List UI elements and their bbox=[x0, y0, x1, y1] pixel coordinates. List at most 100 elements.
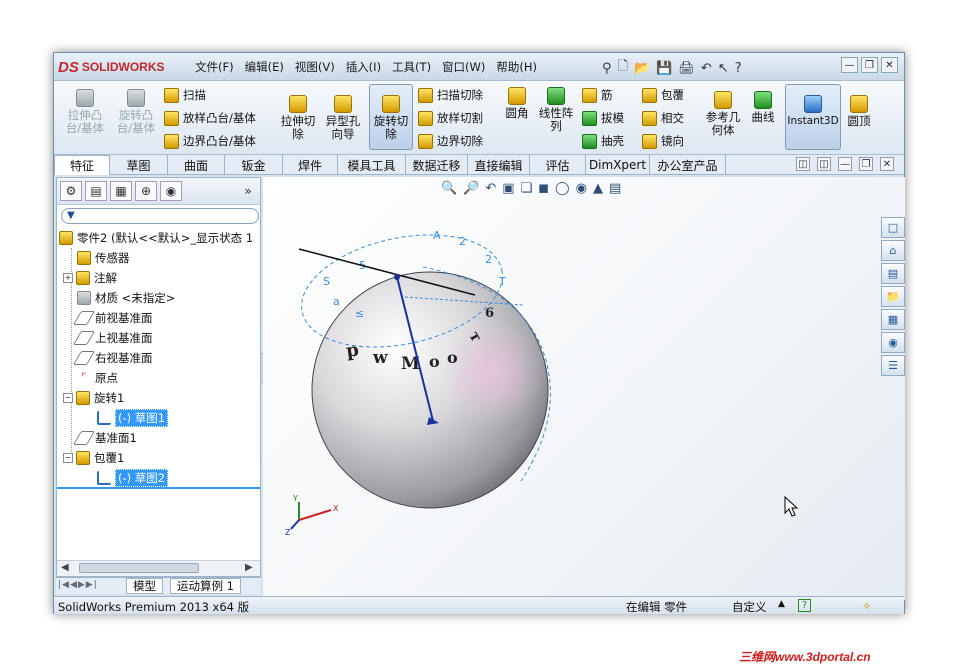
tab-model[interactable]: 模型 bbox=[126, 578, 163, 594]
doc-restore-icon[interactable]: ❐ bbox=[859, 157, 873, 171]
dimxpert-manager-tab-icon[interactable]: ⊕ bbox=[135, 181, 157, 201]
curves-button[interactable]: 曲线 bbox=[748, 91, 778, 124]
configuration-manager-tab-icon[interactable]: ▦ bbox=[110, 181, 132, 201]
solidworks-resources-icon[interactable]: □ bbox=[881, 217, 905, 238]
close-icon[interactable]: ✕ bbox=[881, 57, 898, 73]
tree-item-front-plane[interactable]: 前视基准面 bbox=[72, 308, 153, 328]
home-icon[interactable]: ⌂ bbox=[881, 240, 905, 261]
extrude-cut-button[interactable]: 拉伸切除 bbox=[278, 95, 318, 141]
menu-tools[interactable]: 工具(T) bbox=[391, 59, 432, 75]
tree-item-sketch1[interactable]: (-) 草图1 bbox=[97, 408, 169, 428]
tab-sheet-metal[interactable]: 钣金 bbox=[225, 155, 283, 175]
display-manager-tab-icon[interactable]: ◉ bbox=[160, 181, 182, 201]
select-icon[interactable]: ↖ bbox=[718, 61, 729, 76]
appearances-icon[interactable]: ◉ bbox=[881, 332, 905, 353]
tab-data-migration[interactable]: 数据迁移 bbox=[406, 155, 468, 175]
shell-button[interactable]: 抽壳 bbox=[582, 133, 624, 149]
tab-evaluate[interactable]: 评估 bbox=[530, 155, 586, 175]
collapse-wrap1-icon[interactable]: − bbox=[63, 453, 73, 463]
menu-help[interactable]: 帮助(H) bbox=[495, 59, 538, 75]
draft-button[interactable]: 拔模 bbox=[582, 110, 624, 126]
rib-button[interactable]: 筋 bbox=[582, 87, 613, 103]
menu-file[interactable]: 文件(F) bbox=[194, 59, 235, 75]
tab-mold-tools[interactable]: 模具工具 bbox=[338, 155, 406, 175]
horizontal-scrollbar[interactable]: ◀ ▶ bbox=[57, 560, 260, 576]
new-document-icon[interactable]: 🗋 bbox=[618, 57, 628, 79]
help-icon[interactable]: ? bbox=[735, 61, 742, 76]
tree-item-sensors[interactable]: 传感器 bbox=[77, 248, 130, 268]
status-up-arrow-icon[interactable]: ▲ bbox=[778, 599, 785, 609]
tab-dimxpert[interactable]: DimXpert bbox=[586, 155, 650, 175]
file-explorer-icon[interactable]: 📁 bbox=[881, 286, 905, 307]
collapse-revolve1-icon[interactable]: − bbox=[63, 393, 73, 403]
menu-view[interactable]: 视图(V) bbox=[294, 59, 336, 75]
tree-item-wrap1[interactable]: − 包覆1 bbox=[63, 448, 124, 468]
intersect-button[interactable]: 相交 bbox=[642, 110, 684, 126]
tab-office-products[interactable]: 办公室产品 bbox=[650, 155, 726, 175]
tab-nav-arrows-icon[interactable]: |◀◀▶▶| bbox=[58, 580, 98, 590]
revolve-cut-button[interactable]: 旋转切除 bbox=[370, 95, 412, 141]
minimize-icon[interactable]: — bbox=[841, 57, 858, 73]
tile-horizontal-icon[interactable]: ◫ bbox=[796, 157, 810, 171]
menu-window[interactable]: 窗口(W) bbox=[441, 59, 486, 75]
tab-features[interactable]: 特征 bbox=[54, 155, 110, 175]
feature-manager-tab-icon[interactable]: ⚙ bbox=[60, 181, 82, 201]
property-manager-tab-icon[interactable]: ▤ bbox=[85, 181, 107, 201]
save-icon[interactable]: 💾 bbox=[656, 61, 672, 76]
view-palette-icon[interactable]: ▦ bbox=[881, 309, 905, 330]
tree-item-annotations[interactable]: + 注解 bbox=[63, 268, 117, 288]
revolve-boss-button[interactable]: 旋转凸台/基体 bbox=[114, 89, 158, 135]
status-tag-icon[interactable]: ✧ bbox=[862, 599, 872, 613]
print-icon[interactable]: 🖨 bbox=[678, 61, 695, 76]
custom-properties-icon[interactable]: ☰ bbox=[881, 355, 905, 376]
doc-minimize-icon[interactable]: — bbox=[838, 157, 852, 171]
expand-annotations-icon[interactable]: + bbox=[63, 273, 73, 283]
sweep-button[interactable]: 扫描 bbox=[164, 87, 206, 103]
loft-cut-button[interactable]: 放样切割 bbox=[418, 110, 483, 126]
reference-geometry-button[interactable]: 参考几何体 bbox=[702, 91, 744, 137]
boundary-boss-button[interactable]: 边界凸台/基体 bbox=[164, 133, 256, 149]
menu-edit[interactable]: 编辑(E) bbox=[244, 59, 285, 75]
undo-icon[interactable]: ↶ bbox=[701, 61, 712, 76]
design-library-icon[interactable]: ▤ bbox=[881, 263, 905, 284]
doc-close-icon[interactable]: ✕ bbox=[880, 157, 894, 171]
graphics-area[interactable]: 🔍 🔎 ↶ ▣ ❏ ◼ ◯ ◉ ▲ ▤ p w M o o т 6 A 2 2 … bbox=[263, 177, 905, 600]
tab-direct-editing[interactable]: 直接编辑 bbox=[468, 155, 530, 175]
restore-icon[interactable]: ❐ bbox=[861, 57, 878, 73]
tab-motion-study[interactable]: 运动算例 1 bbox=[170, 578, 241, 594]
tab-surfaces[interactable]: 曲面 bbox=[168, 155, 225, 175]
mirror-button[interactable]: 镜向 bbox=[642, 133, 684, 149]
tree-item-right-plane[interactable]: 右视基准面 bbox=[72, 348, 153, 368]
boundary-cut-button[interactable]: 边界切除 bbox=[418, 133, 483, 149]
fillet-button[interactable]: 圆角 bbox=[502, 87, 532, 120]
scroll-thumb[interactable] bbox=[79, 563, 199, 573]
extrude-boss-button[interactable]: 拉伸凸台/基体 bbox=[64, 89, 106, 135]
tile-vertical-icon[interactable]: ◫ bbox=[817, 157, 831, 171]
instant3d-button[interactable]: Instant3D bbox=[787, 95, 839, 128]
tree-item-top-plane[interactable]: 上视基准面 bbox=[72, 328, 153, 348]
wrap-button[interactable]: 包覆 bbox=[642, 87, 684, 103]
solidworks-logo[interactable]: DS SOLIDWORKS bbox=[58, 56, 178, 78]
tree-item-origin[interactable]: ⌜ 原点 bbox=[77, 368, 118, 388]
menu-insert[interactable]: 插入(I) bbox=[345, 59, 382, 75]
loft-boss-button[interactable]: 放样凸台/基体 bbox=[164, 110, 256, 126]
tab-sketch[interactable]: 草图 bbox=[110, 155, 168, 175]
scroll-right-icon[interactable]: ▶ bbox=[245, 562, 253, 573]
hole-wizard-button[interactable]: 异型孔向导 bbox=[322, 95, 364, 141]
expand-panel-icon[interactable]: » bbox=[237, 181, 259, 201]
status-help-icon[interactable]: ? bbox=[798, 599, 811, 612]
tree-filter-input[interactable]: ▼ bbox=[61, 208, 259, 224]
linear-pattern-button[interactable]: 线性阵列 bbox=[536, 87, 576, 133]
dome-button[interactable]: 圆顶 bbox=[844, 95, 874, 128]
open-folder-icon[interactable]: 📂 bbox=[634, 61, 650, 76]
tree-item-material[interactable]: 材质 <未指定> bbox=[77, 288, 175, 308]
tree-item-sketch2[interactable]: (-) 草图2 bbox=[97, 468, 169, 488]
pin-icon[interactable]: ⚲ bbox=[602, 61, 612, 76]
tree-item-revolve1[interactable]: − 旋转1 bbox=[63, 388, 124, 408]
tree-root-part[interactable]: 零件2 (默认<<默认>_显示状态 1 bbox=[59, 228, 253, 248]
rollback-bar[interactable] bbox=[57, 487, 260, 489]
sweep-cut-button[interactable]: 扫描切除 bbox=[418, 87, 483, 103]
status-custom[interactable]: 自定义 bbox=[732, 599, 767, 615]
tree-item-plane1[interactable]: 基准面1 bbox=[72, 428, 137, 448]
scroll-left-icon[interactable]: ◀ bbox=[61, 562, 69, 573]
